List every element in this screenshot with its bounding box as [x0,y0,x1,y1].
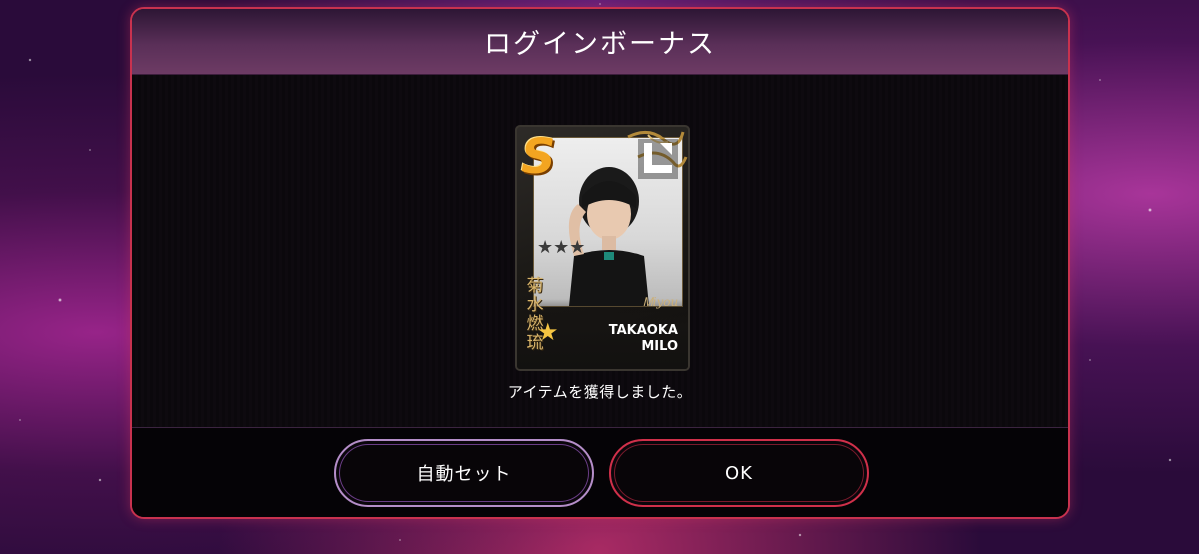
star-icon: ★ [537,318,559,346]
acquired-message: アイテムを獲得しました。 [507,383,693,401]
login-bonus-dialog: ログインボーナス S ★★★ 菊水燃琉 ★ Ꮇiyou TAKAOKA MILO… [130,7,1070,519]
dialog-footer [132,427,1068,517]
card-name-line1: TAKAOKA [608,323,678,338]
reward-card[interactable]: S ★★★ 菊水燃琉 ★ Ꮇiyou TAKAOKA MILO [515,125,690,371]
ok-button[interactable]: OK [609,439,869,507]
auto-set-button[interactable]: 自動セット [334,439,594,507]
dialog-title: ログインボーナス [484,29,716,60]
card-name: TAKAOKA MILO [578,323,678,355]
empty-stars: ★★★ [537,237,586,258]
dialog-header: ログインボーナス [132,9,1068,75]
card-signature: Ꮇiyou [643,295,679,309]
card-name-line2: MILO [641,339,678,354]
label-logo-icon [638,139,678,179]
rarity-badge: S [521,129,556,185]
dialog-body: S ★★★ 菊水燃琉 ★ Ꮇiyou TAKAOKA MILO アイテムを獲得し… [132,75,1068,427]
